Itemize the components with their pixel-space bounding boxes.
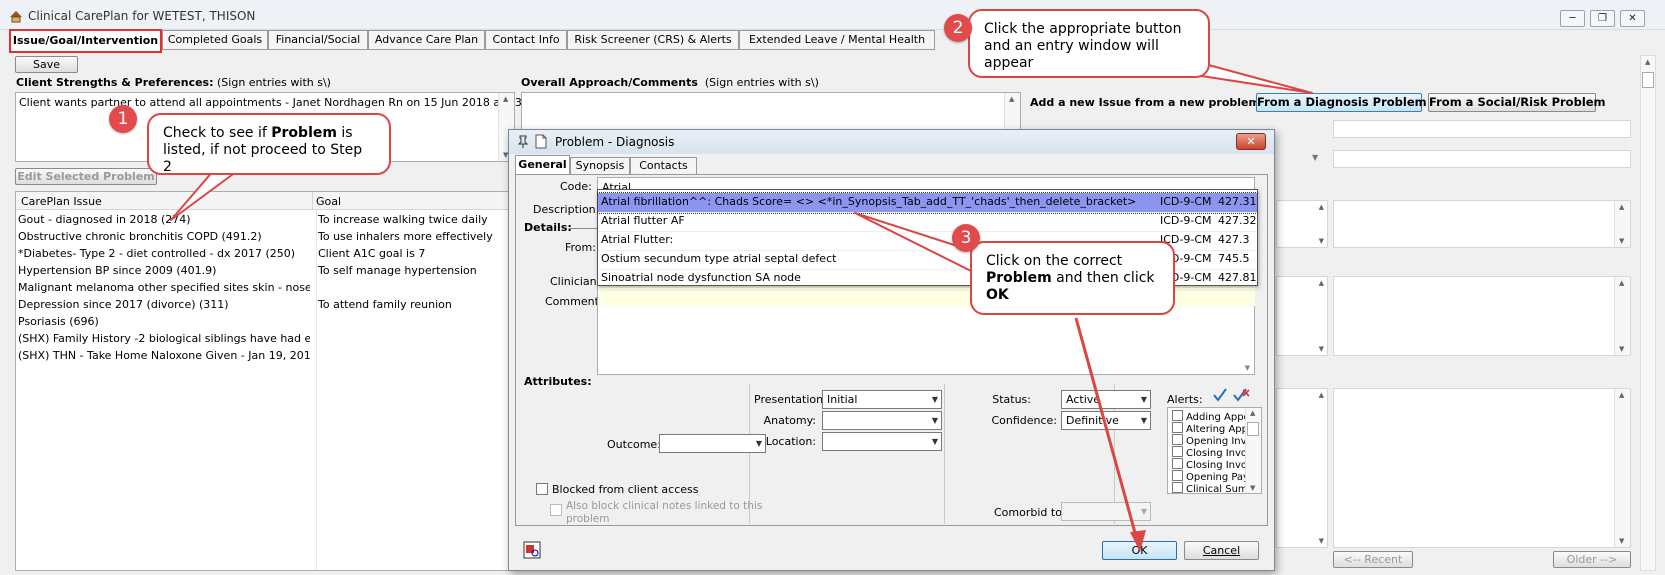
arrow-to-ok-head — [1130, 530, 1146, 552]
callout-3-text-bold2: OK — [986, 287, 1009, 303]
callout-arrows — [170, 59, 1313, 552]
callout-step-1: Check to see if Problem is listed, if no… — [147, 113, 391, 175]
callout-step-3: Click on the correct Problem and then cl… — [970, 241, 1175, 315]
callout-step-2: Click the appropriate button and an entr… — [968, 9, 1210, 78]
step-3-badge: 3 — [952, 224, 980, 252]
step-1-badge: 1 — [109, 105, 137, 133]
callout-2-text: Click the appropriate button and an entr… — [984, 21, 1182, 71]
callout-3-text-pre: Click on the correct — [986, 253, 1123, 269]
callout-3-text-mid: and then click — [1051, 270, 1155, 286]
step-2-badge: 2 — [944, 14, 972, 42]
callout-1-text-pre: Check to see if — [163, 125, 272, 141]
callout-3-text-bold: Problem — [986, 270, 1052, 286]
arrow-to-ok — [1074, 317, 1139, 541]
callout-1-text-bold: Problem — [271, 125, 337, 141]
